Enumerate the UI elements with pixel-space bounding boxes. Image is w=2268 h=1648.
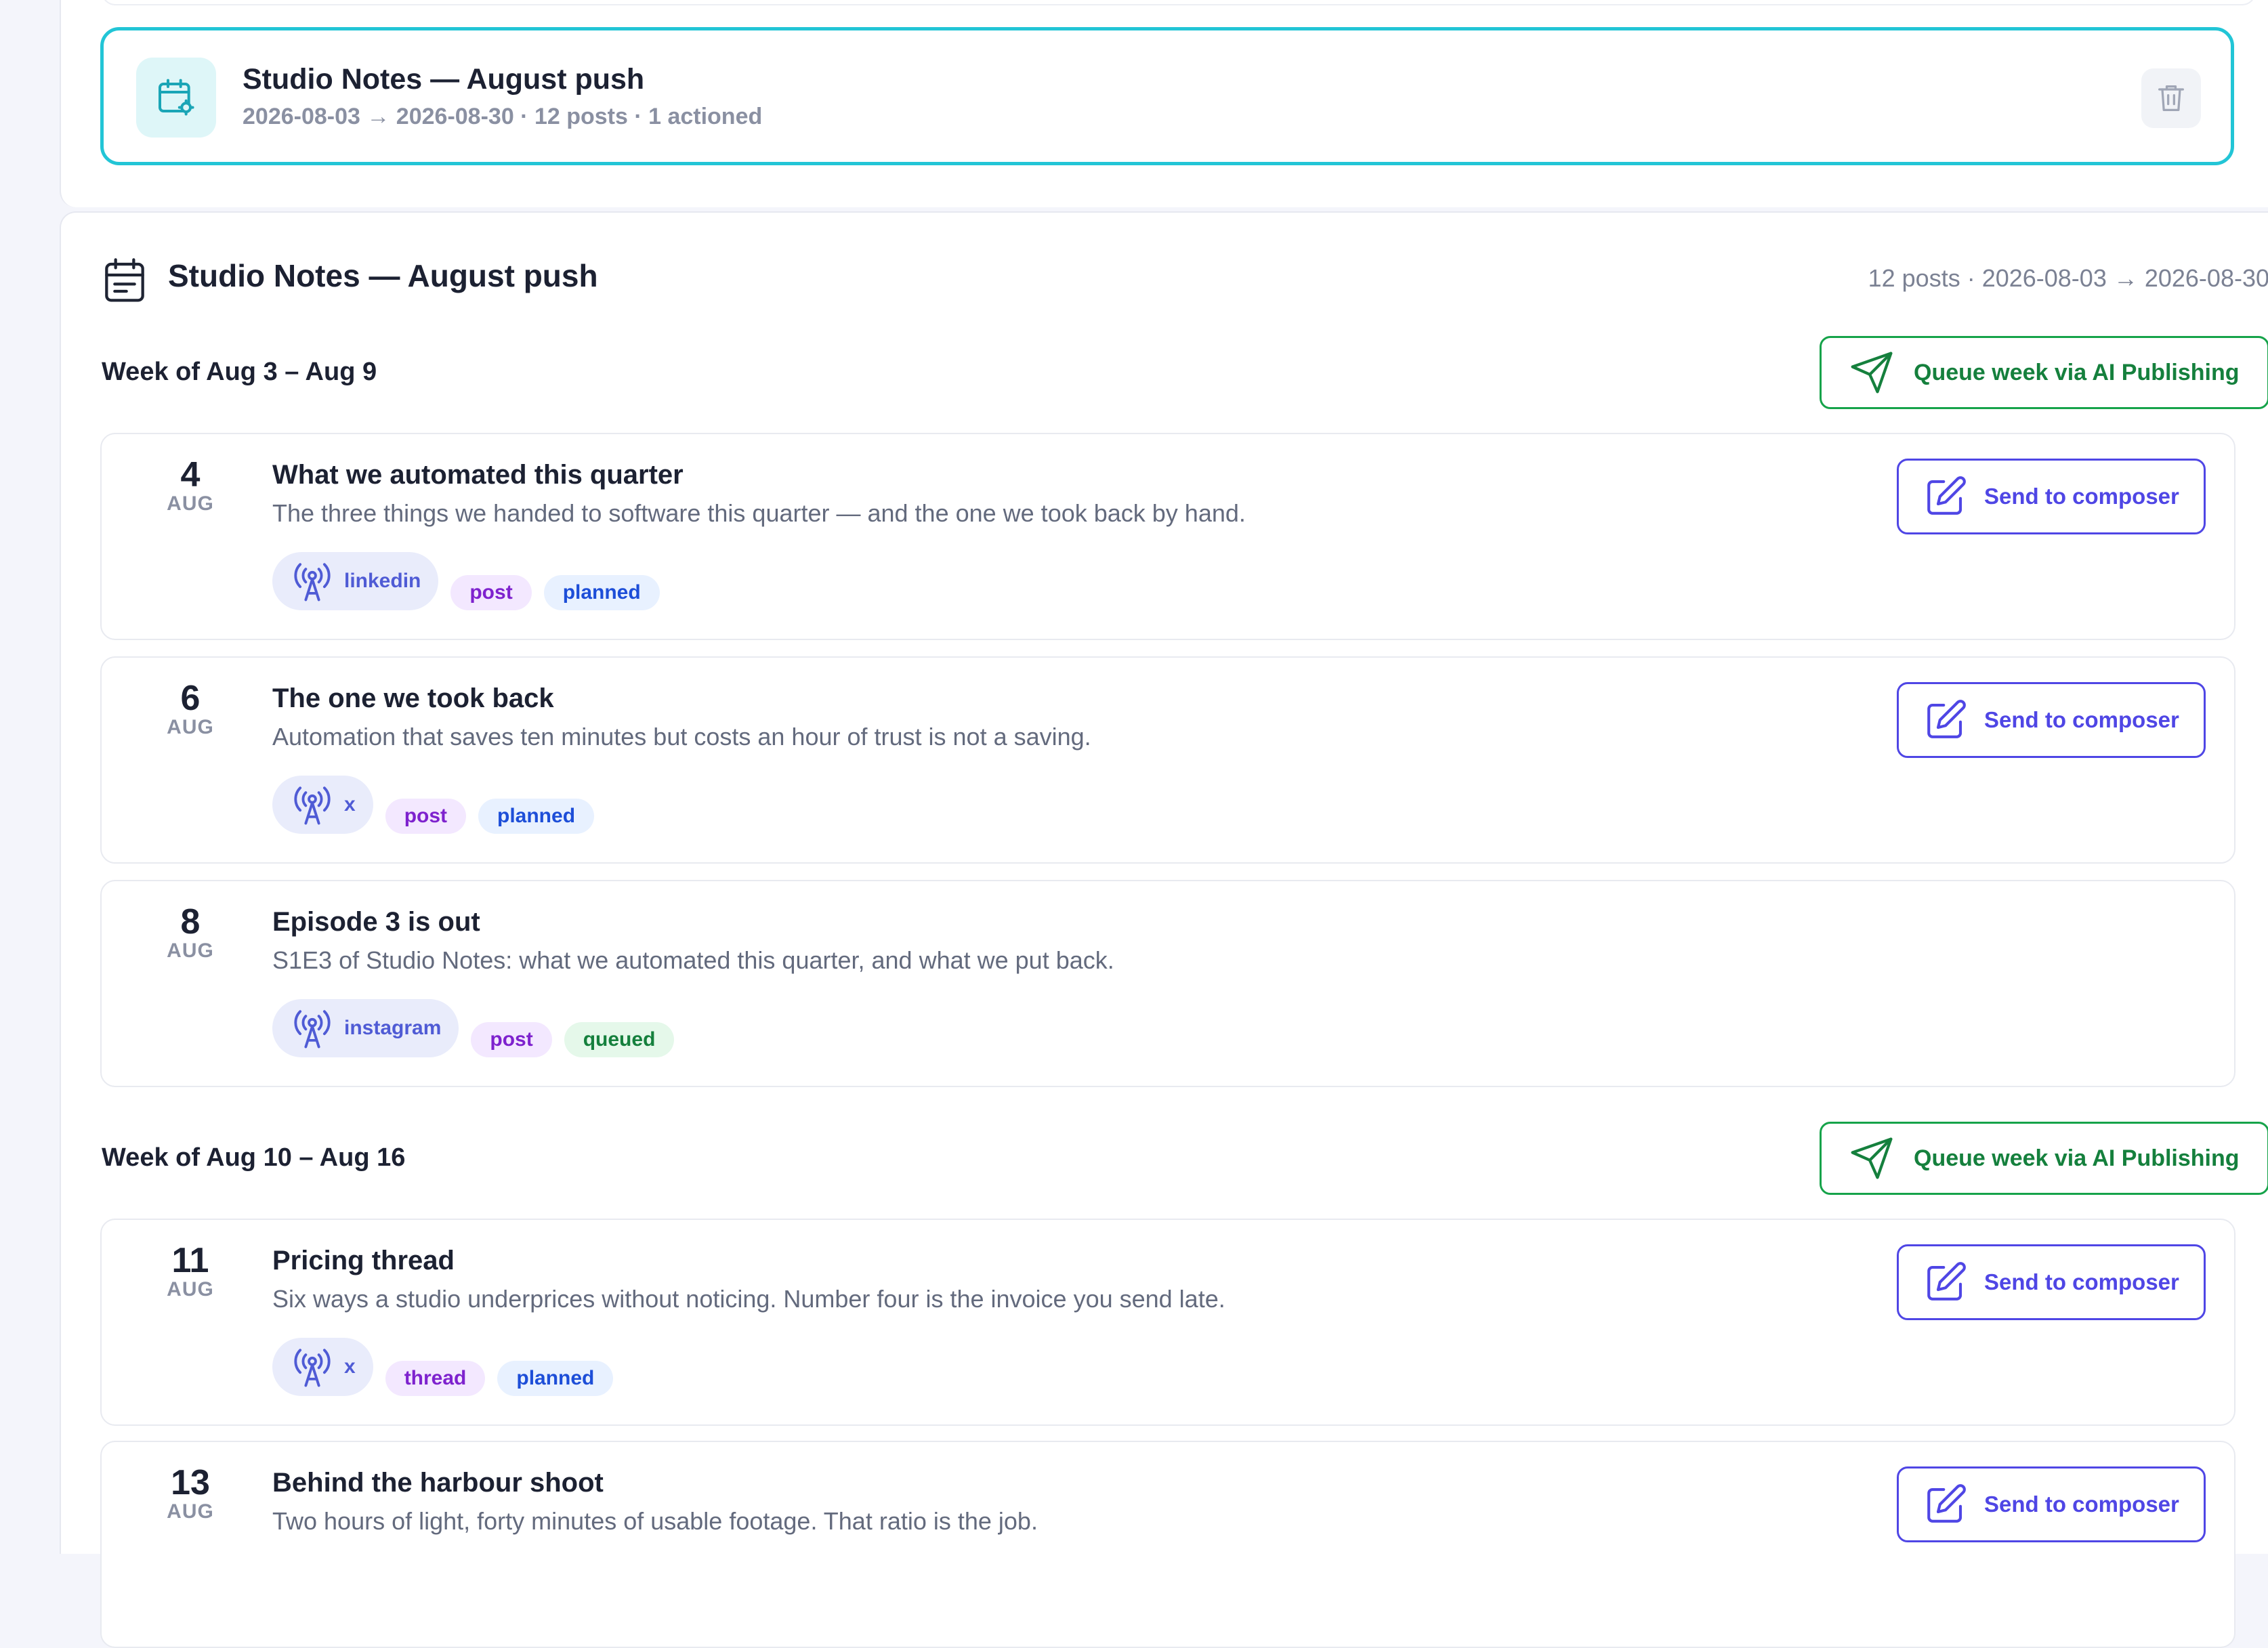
post-tags: x thread planned	[272, 1334, 614, 1396]
calendar-title: Studio Notes — August push	[168, 258, 598, 293]
post-description: Two hours of light, forty minutes of usa…	[272, 1507, 1038, 1535]
campaign-title: Studio Notes — August push	[243, 63, 645, 96]
campaign-meta: 2026-08-03 → 2026-08-30 · 12 posts · 1 a…	[243, 104, 763, 129]
post-day: 6	[180, 679, 201, 718]
broadcast-icon	[294, 1349, 331, 1387]
post-tags: linkedin post planned	[272, 548, 660, 610]
channel-chip: x	[272, 776, 373, 834]
post-day: 13	[171, 1463, 210, 1502]
broadcast-icon	[294, 786, 331, 825]
post-title: Behind the harbour shoot	[272, 1468, 604, 1498]
post-type-badge: thread	[385, 1361, 486, 1396]
post-status-badge: queued	[564, 1022, 675, 1057]
post-type-badge: post	[450, 575, 532, 610]
calendar-icon	[105, 258, 144, 302]
post-title: Pricing thread	[272, 1246, 455, 1275]
post-tags: x post planned	[272, 772, 595, 834]
post-status-badge: planned	[543, 575, 660, 610]
post-description: Automation that saves ten minutes but co…	[272, 723, 1091, 751]
post-card[interactable]: 4 AUG What we automated this quarter The…	[100, 433, 2235, 640]
channel-chip: instagram	[272, 999, 459, 1057]
post-status-badge: planned	[478, 799, 595, 834]
post-month: AUG	[167, 1278, 214, 1301]
edit-icon	[1927, 700, 1966, 738]
channel-name: instagram	[344, 1017, 442, 1039]
channel-chip: linkedin	[272, 552, 439, 610]
previous-campaign-card-edge	[102, 0, 2256, 5]
send-to-composer-button[interactable]: Send to composer	[1897, 1244, 2206, 1320]
delete-campaign-button[interactable]	[2141, 68, 2201, 128]
send-to-composer-button[interactable]: Send to composer	[1897, 459, 2206, 534]
campaign-calendar-panel: Studio Notes — August push 12 posts · 20…	[60, 211, 2268, 1648]
post-title: What we automated this quarter	[272, 460, 684, 490]
send-to-composer-label: Send to composer	[1984, 1269, 2179, 1294]
channel-name: linkedin	[344, 570, 421, 592]
channel-chip: x	[272, 1338, 373, 1396]
post-month: AUG	[167, 492, 214, 515]
week-label: Week of Aug 3 – Aug 9	[102, 358, 377, 386]
send-to-composer-label: Send to composer	[1984, 484, 2179, 509]
post-month: AUG	[167, 1500, 214, 1523]
queue-week-button[interactable]: Queue week via AI Publishing	[1820, 1122, 2268, 1195]
edit-icon	[1927, 1484, 1966, 1523]
send-to-composer-button[interactable]: Send to composer	[1897, 682, 2206, 758]
send-to-composer-label: Send to composer	[1984, 1492, 2179, 1517]
campaign-card-selected[interactable]: Studio Notes — August push 2026-08-03 → …	[100, 27, 2234, 165]
queue-week-label: Queue week via AI Publishing	[1914, 1145, 2240, 1171]
post-card[interactable]: 11 AUG Pricing thread Six ways a studio …	[100, 1219, 2235, 1426]
week-label: Week of Aug 10 – Aug 16	[102, 1143, 406, 1172]
post-title: Episode 3 is out	[272, 907, 480, 937]
send-to-composer-label: Send to composer	[1984, 707, 2179, 732]
edit-icon	[1927, 1262, 1966, 1301]
send-icon	[1851, 352, 1893, 394]
post-day: 4	[180, 455, 201, 494]
post-card[interactable]: 6 AUG The one we took back Automation th…	[100, 656, 2235, 864]
trash-icon	[2158, 85, 2184, 111]
send-icon	[1851, 1137, 1893, 1179]
calendar-gear-icon	[136, 58, 216, 138]
post-status-badge: planned	[497, 1361, 614, 1396]
post-type-badge: post	[385, 799, 467, 834]
post-month: AUG	[167, 716, 214, 738]
edit-icon	[1927, 476, 1966, 515]
channel-name: x	[344, 793, 356, 816]
calendar-meta: 12 posts · 2026-08-03 → 2026-08-30	[1868, 264, 2268, 292]
broadcast-icon	[294, 563, 331, 601]
post-month: AUG	[167, 939, 214, 962]
post-card[interactable]: 13 AUG Behind the harbour shoot Two hour…	[100, 1441, 2235, 1648]
channel-name: x	[344, 1355, 356, 1378]
post-type-badge: post	[471, 1022, 552, 1057]
send-to-composer-button[interactable]: Send to composer	[1897, 1466, 2206, 1542]
post-description: S1E3 of Studio Notes: what we automated …	[272, 946, 1114, 974]
queue-week-button[interactable]: Queue week via AI Publishing	[1820, 336, 2268, 409]
post-description: Six ways a studio underprices without no…	[272, 1285, 1225, 1313]
post-description: The three things we handed to software t…	[272, 499, 1246, 527]
broadcast-icon	[294, 1010, 331, 1049]
post-tags: instagram post queued	[272, 995, 675, 1057]
post-day: 8	[180, 902, 201, 942]
post-card[interactable]: 8 AUG Episode 3 is out S1E3 of Studio No…	[100, 880, 2235, 1087]
post-day: 11	[171, 1241, 209, 1280]
queue-week-label: Queue week via AI Publishing	[1914, 359, 2240, 385]
post-title: The one we took back	[272, 683, 554, 713]
